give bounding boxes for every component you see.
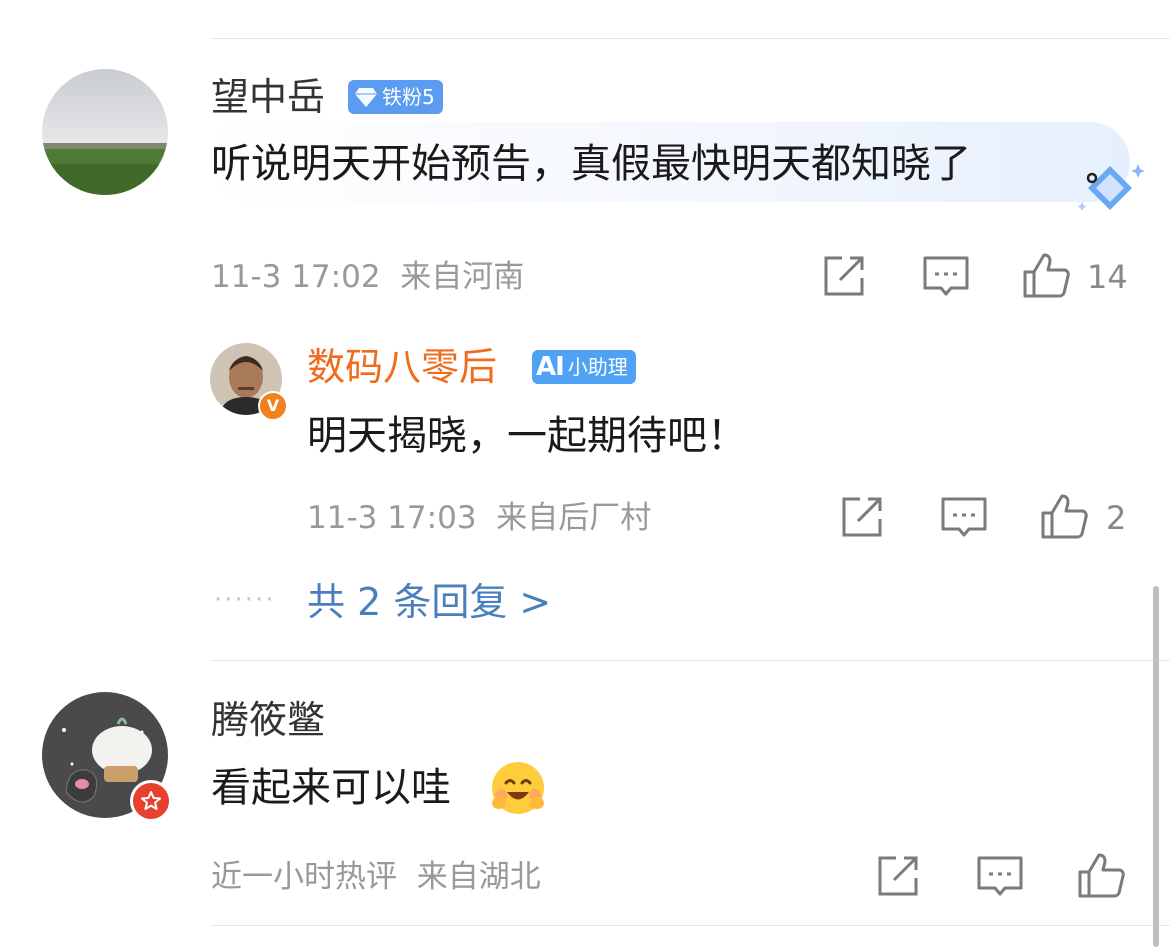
thumbs-up-icon (1023, 253, 1070, 298)
comment-time: 11-3 17:02 来自河南 (211, 259, 525, 295)
like-button[interactable] (1075, 850, 1127, 902)
share-button[interactable] (818, 250, 870, 302)
like-count: 2 (1106, 499, 1127, 537)
comment-button[interactable] (974, 850, 1026, 902)
bottom-divider (210, 925, 1170, 926)
avatar[interactable] (42, 69, 168, 195)
comment-icon (977, 856, 1023, 896)
reply-location: 来自后厂村 (496, 500, 652, 536)
smile-emoji-icon (489, 759, 547, 821)
comment-text: 听说明天开始预告，真假最快明天都知晓了 (211, 141, 971, 187)
assistant-badge-label: 小助理 (567, 355, 628, 379)
top-divider (210, 38, 1170, 39)
scrollbar[interactable] (1153, 586, 1159, 947)
reply-text: 明天揭晓，一起期待吧！ (307, 413, 747, 459)
like-button[interactable] (1020, 250, 1072, 302)
dots-separator: ······ (214, 585, 276, 615)
comment-text: 看起来可以哇 (211, 765, 451, 811)
comment-icon (923, 256, 969, 296)
share-icon (824, 256, 864, 296)
fan-badge-label: 铁粉5 (382, 85, 435, 109)
like-count: 14 (1087, 258, 1128, 296)
member-star-icon (130, 780, 172, 822)
thumbs-up-icon (1078, 853, 1125, 898)
verified-v-icon: V (258, 391, 288, 421)
comment-button[interactable] (920, 250, 972, 302)
thumbs-up-icon (1041, 494, 1088, 539)
comment-location: 来自河南 (400, 259, 525, 295)
username[interactable]: 腾筱鳖 (211, 696, 325, 744)
ai-logo: AI (536, 352, 565, 382)
username[interactable]: 数码八零后 (307, 343, 497, 391)
fan-badge[interactable]: 铁粉5 (348, 80, 443, 114)
share-button[interactable] (872, 850, 924, 902)
diamond-icon (354, 86, 378, 108)
reply-time: 11-3 17:03 来自后厂村 (307, 500, 652, 536)
more-replies-link[interactable]: 共 2 条回复 > (307, 578, 551, 626)
assistant-badge[interactable]: AI 小助理 (532, 350, 636, 384)
comment-button[interactable] (938, 491, 990, 543)
comment-time: 近一小时热评 来自湖北 (211, 859, 541, 895)
comment-divider (210, 660, 1170, 661)
sparkle-gem-icon (1074, 158, 1150, 222)
share-icon (842, 497, 882, 537)
comment-icon (941, 497, 987, 537)
username[interactable]: 望中岳 (211, 73, 325, 121)
like-button[interactable] (1038, 491, 1090, 543)
comment-location: 来自湖北 (416, 859, 541, 895)
share-button[interactable] (836, 491, 888, 543)
share-icon (878, 856, 918, 896)
